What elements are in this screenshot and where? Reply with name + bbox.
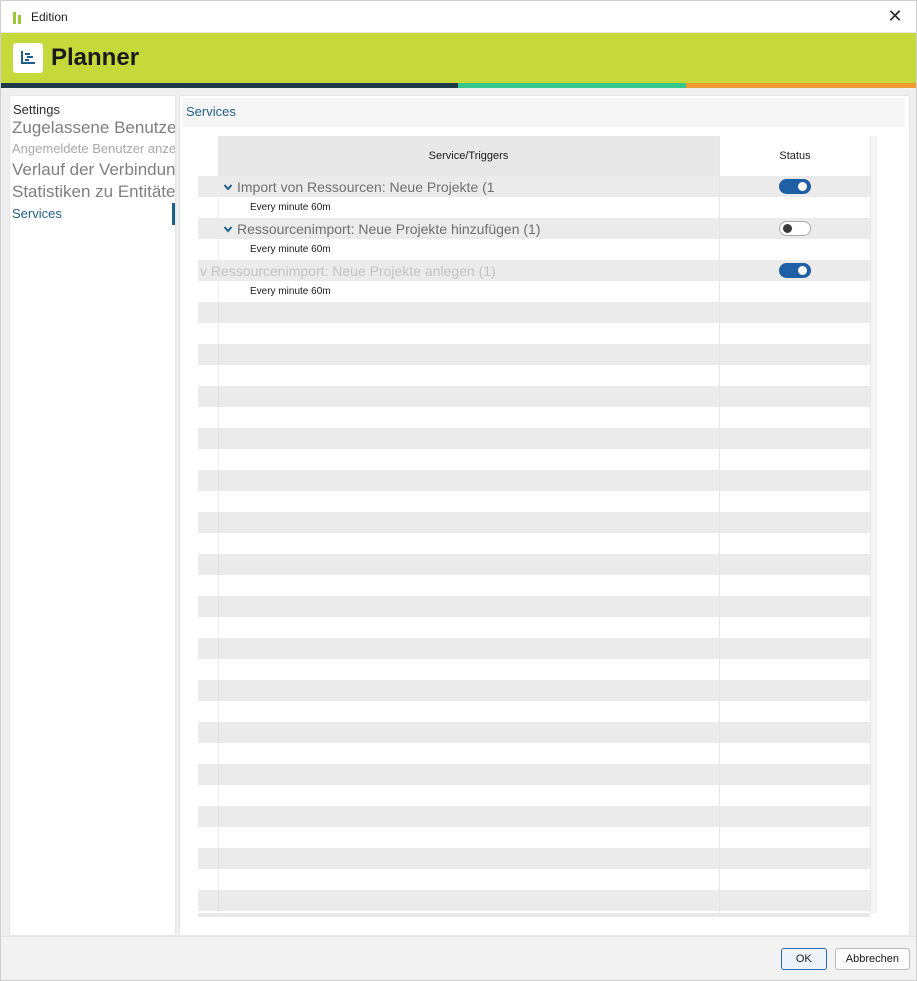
empty-row <box>198 722 870 743</box>
trigger-label: Every minute 60m <box>250 286 331 297</box>
empty-row <box>198 449 870 470</box>
stripe-segment-green <box>458 83 686 88</box>
services-table: Service/Triggers Status Import von Resso… <box>198 136 870 913</box>
empty-row <box>198 344 870 365</box>
service-title: Ressourcenimport: Neue Projekte hinzufüg… <box>237 220 541 237</box>
empty-row <box>198 827 870 848</box>
status-toggle[interactable] <box>779 263 811 278</box>
trigger-cell: Every minute 60m <box>198 239 720 260</box>
planner-logo-icon <box>13 43 43 73</box>
breadcrumb: Services <box>182 98 905 126</box>
empty-row <box>198 302 870 323</box>
empty-row <box>198 848 870 869</box>
empty-row <box>198 596 870 617</box>
trigger-row: Every minute 60m <box>198 239 870 260</box>
empty-row <box>198 554 870 575</box>
empty-row <box>198 890 870 911</box>
product-header: Planner <box>1 33 916 83</box>
empty-row <box>198 365 870 386</box>
empty-row <box>198 491 870 512</box>
service-cell: v Ressourcenimport: Neue Projekte anlege… <box>198 260 720 281</box>
service-group-row[interactable]: Import von Ressourcen: Neue Projekte (1 <box>198 176 870 197</box>
sidebar-item-entity-statistics[interactable]: Statistiken zu Entitäten <box>12 181 175 203</box>
status-toggle[interactable] <box>779 179 811 194</box>
service-group-row[interactable]: v Ressourcenimport: Neue Projekte anlege… <box>198 260 870 281</box>
status-cell <box>720 260 870 281</box>
settings-sidebar: Settings Zugelassene Benutzer/Gruppen An… <box>9 95 176 936</box>
status-cell <box>720 218 870 239</box>
empty-row <box>198 512 870 533</box>
empty-row <box>198 575 870 596</box>
trigger-label: Every minute 60m <box>250 202 331 213</box>
trigger-cell: Every minute 60m <box>198 281 720 302</box>
service-title: Import von Ressourcen: Neue Projekte (1 <box>237 178 495 195</box>
product-title: Planner <box>51 44 140 71</box>
column-header-status[interactable]: Status <box>720 136 870 176</box>
empty-row <box>198 743 870 764</box>
chevron-down-icon[interactable] <box>223 224 233 234</box>
empty-row <box>198 470 870 491</box>
empty-row <box>198 806 870 827</box>
column-header-service-triggers[interactable]: Service/Triggers <box>218 136 720 176</box>
horizontal-scrollbar[interactable] <box>198 913 870 917</box>
sidebar-item-connection-history[interactable]: Verlauf der Verbindung <box>12 159 175 181</box>
empty-row <box>198 386 870 407</box>
sidebar-item-services[interactable]: Services <box>12 203 175 225</box>
title-bar: Edition ✕ <box>1 1 916 33</box>
empty-row <box>198 701 870 722</box>
empty-row <box>198 533 870 554</box>
stripe-segment-orange <box>685 83 916 88</box>
window-title: Edition <box>31 9 68 24</box>
service-group-row[interactable]: Ressourcenimport: Neue Projekte hinzufüg… <box>198 218 870 239</box>
empty-row <box>198 617 870 638</box>
empty-row <box>198 638 870 659</box>
empty-row <box>198 869 870 890</box>
empty-row <box>198 680 870 701</box>
chevron-down-icon[interactable] <box>223 182 233 192</box>
cancel-button[interactable]: Abbrechen <box>834 947 910 970</box>
trigger-row: Every minute 60m <box>198 281 870 302</box>
status-toggle[interactable] <box>779 221 811 236</box>
services-panel: Services Service/Triggers Status Import … <box>179 95 910 936</box>
empty-row <box>198 323 870 344</box>
dialog-footer: OK Abbrechen <box>1 936 916 980</box>
close-icon[interactable]: ✕ <box>884 6 906 28</box>
vertical-scrollbar[interactable] <box>870 136 877 913</box>
app-icon <box>11 10 25 24</box>
settings-heading: Settings <box>13 102 60 117</box>
empty-row <box>198 659 870 680</box>
empty-row <box>198 428 870 449</box>
sidebar-item-allowed-users[interactable]: Zugelassene Benutzer/Gruppen <box>12 117 175 139</box>
trigger-row: Every minute 60m <box>198 197 870 218</box>
empty-row <box>198 785 870 806</box>
header-stripe <box>1 83 916 88</box>
status-cell <box>720 176 870 197</box>
service-cell: Ressourcenimport: Neue Projekte hinzufüg… <box>198 218 720 239</box>
trigger-label: Every minute 60m <box>250 244 331 255</box>
trigger-cell: Every minute 60m <box>198 197 720 218</box>
service-title: v Ressourcenimport: Neue Projekte anlege… <box>200 262 496 279</box>
service-cell: Import von Ressourcen: Neue Projekte (1 <box>198 176 720 197</box>
table-header: Service/Triggers Status <box>198 136 870 176</box>
stripe-segment-dark <box>1 83 458 88</box>
content-area: Settings Zugelassene Benutzer/Gruppen An… <box>1 89 916 936</box>
empty-row <box>198 764 870 785</box>
ok-button[interactable]: OK <box>780 947 827 970</box>
empty-row <box>198 407 870 428</box>
sidebar-item-logged-in-users[interactable]: Angemeldete Benutzer anzeigen <box>12 139 175 159</box>
edition-window: Edition ✕ Planner Settings Zugelassene B… <box>0 0 917 981</box>
empty-rows <box>198 302 870 913</box>
